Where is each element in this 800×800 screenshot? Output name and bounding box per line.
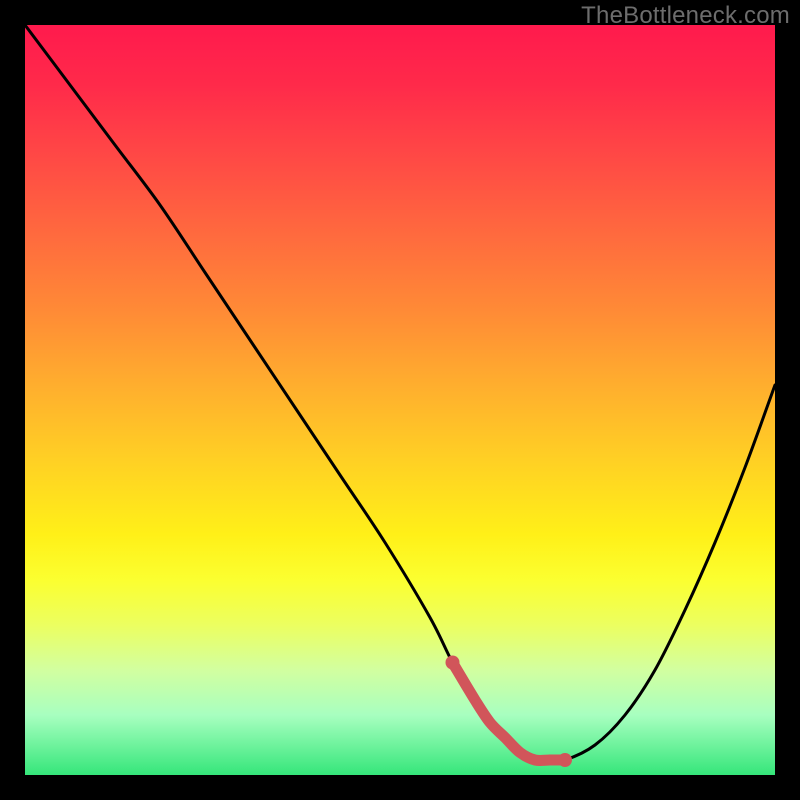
bottleneck-highlight-path xyxy=(453,663,566,761)
chart-frame: TheBottleneck.com xyxy=(0,0,800,800)
chart-plot-area xyxy=(25,25,775,775)
bottleneck-highlight-end-dot xyxy=(558,753,572,767)
bottleneck-highlight-start-dot xyxy=(446,656,460,670)
bottleneck-curve-svg xyxy=(25,25,775,775)
bottleneck-curve-path xyxy=(25,25,775,761)
